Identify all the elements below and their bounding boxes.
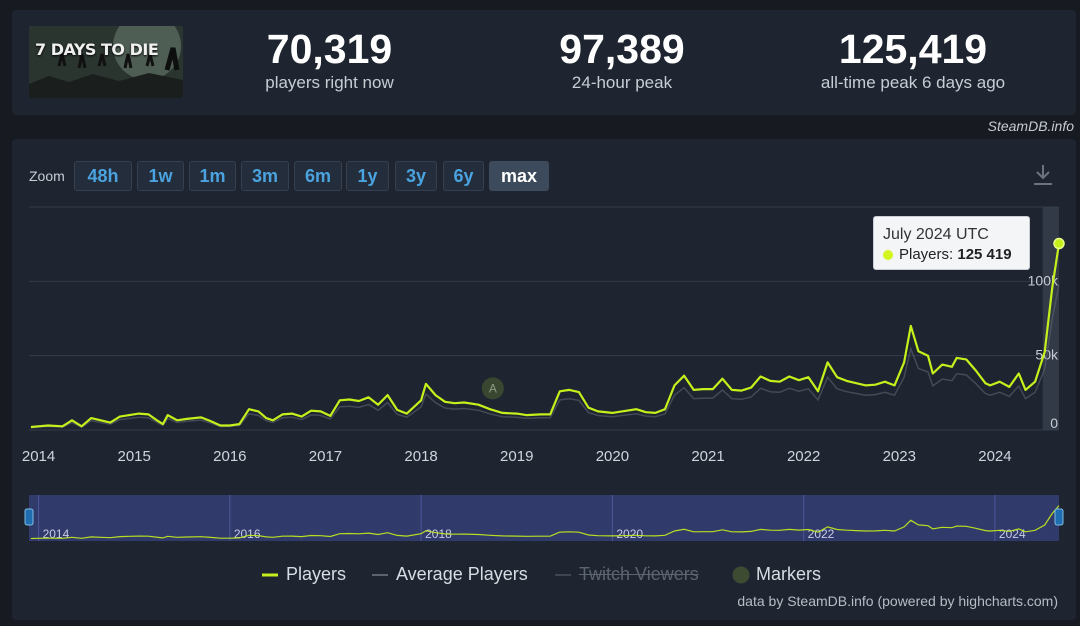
tooltip-series: Players: <box>899 246 954 263</box>
y-tick-label: 0 <box>1050 415 1058 431</box>
stat-current-players: 70,319 players right now <box>247 26 412 94</box>
tooltip-row: Players: 125 419 <box>883 246 1012 263</box>
chart-panel: Zoom 48h 1w 1m 3m 6m 1y 3y 6y max 0 50k 100k A 201… <box>12 139 1076 620</box>
marker-label: A <box>489 381 497 395</box>
legend-average-swatch <box>372 574 388 577</box>
x-tick-label: 2016 <box>213 448 246 465</box>
x-tick-label: 2017 <box>309 448 342 465</box>
stat-value: 125,419 <box>838 26 988 72</box>
legend-markers-swatch <box>732 566 750 584</box>
legend-average-players[interactable]: Average Players <box>372 562 528 586</box>
tooltip-value: 125 419 <box>957 246 1012 263</box>
player-count-chart[interactable]: 050k100k A 2014 2015 2016 2017 2018 2019 2020 2… <box>12 139 1076 620</box>
navigator[interactable]: 2014 2016 2018 2020 2022 2024 <box>24 495 1064 541</box>
stat-value: 97,389 <box>559 26 685 72</box>
tooltip-dot <box>883 250 893 260</box>
navigator-selection[interactable] <box>29 495 1059 541</box>
stat-all-time-peak: 125,419 all-time peak 6 days ago <box>802 26 1024 94</box>
navigator-handle-right[interactable] <box>1054 508 1064 526</box>
steamdb-credit[interactable]: SteamDB.info <box>988 118 1074 134</box>
players-series[interactable] <box>30 243 1061 429</box>
x-tick-label: 2014 <box>22 448 55 465</box>
x-tick-label: 2018 <box>404 448 437 465</box>
stat-value: 70,319 <box>266 26 393 72</box>
x-tick-label: 2024 <box>978 448 1011 465</box>
navigator-handle-left[interactable] <box>24 508 34 526</box>
legend-players-swatch <box>262 573 278 577</box>
legend-markers[interactable]: Markers <box>732 562 821 586</box>
legend-label: Players <box>286 564 347 584</box>
x-tick-label: 2019 <box>500 448 533 465</box>
game-logo[interactable]: 7 DAYS TO DIE <box>29 26 183 98</box>
stats-panel: 7 DAYS TO DIE 70,319 players right now 9… <box>12 10 1076 115</box>
x-tick-label: 2023 <box>883 448 916 465</box>
navigator-label: 2014 <box>43 527 70 541</box>
navigator-label: 2024 <box>999 527 1026 541</box>
x-tick-label: 2022 <box>787 448 820 465</box>
legend-label: Twitch Viewers <box>579 564 699 584</box>
stat-label: players right now <box>265 73 394 92</box>
tooltip-title: July 2024 UTC <box>883 226 989 243</box>
navigator-label: 2022 <box>808 527 835 541</box>
tooltip: July 2024 UTC Players: 125 419 <box>873 216 1030 270</box>
navigator-label: 2020 <box>616 527 643 541</box>
highcharts-credit[interactable]: data by SteamDB.info (powered by highcha… <box>737 593 1058 609</box>
legend-players[interactable]: Players <box>262 562 346 586</box>
logo-art <box>29 26 183 98</box>
x-tick-labels: 2014 2015 2016 2017 2018 2019 2020 2021 2022 2023… <box>22 448 1012 465</box>
stat-24h-peak: 97,389 24-hour peak <box>532 26 712 94</box>
legend-twitch-viewers[interactable]: Twitch Viewers <box>555 562 699 586</box>
marker-annotations[interactable]: A <box>481 377 504 400</box>
legend-label: Average Players <box>396 564 528 584</box>
legend-twitch-swatch <box>555 574 571 577</box>
navigator-label: 2016 <box>234 527 261 541</box>
x-tick-label: 2021 <box>691 448 724 465</box>
logo-text: 7 DAYS TO DIE <box>35 40 159 59</box>
stat-label: all-time peak 6 days ago <box>820 73 1006 92</box>
legend-label: Markers <box>756 564 822 584</box>
x-tick-label: 2020 <box>596 448 629 465</box>
x-tick-label: 2015 <box>118 448 151 465</box>
hover-point <box>1053 237 1065 250</box>
stat-label: 24-hour peak <box>571 73 673 92</box>
legend: Players Average Players Twitch Viewers M… <box>12 562 1076 586</box>
